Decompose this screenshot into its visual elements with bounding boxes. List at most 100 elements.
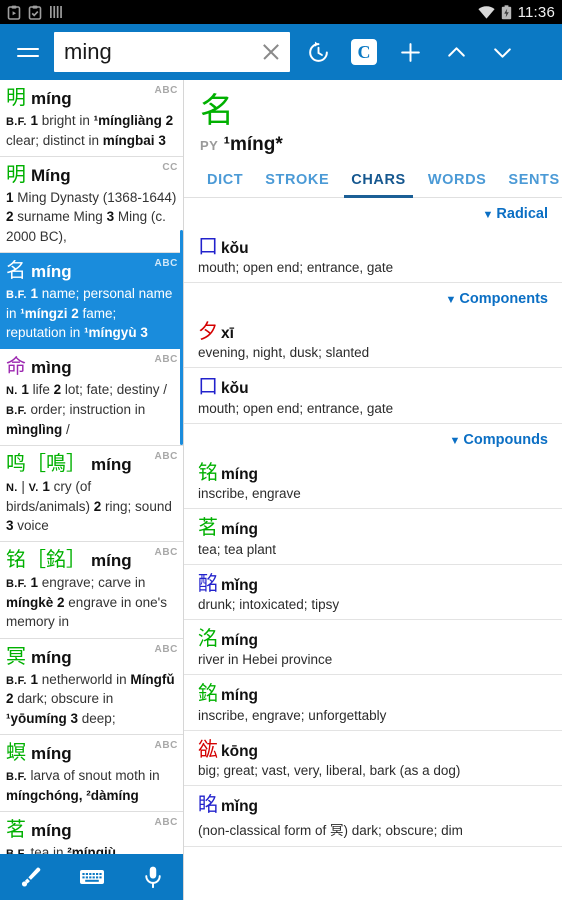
content-split: ABC 明 míng B.F. 1 bright in ¹míngliàng 2 c… — [0, 80, 562, 900]
row-pinyin: míng — [221, 687, 259, 705]
row-headline: 夕 xī — [198, 318, 548, 344]
tab-sents[interactable]: SENTS — [497, 166, 562, 197]
handwriting-brush-icon[interactable] — [9, 857, 53, 897]
entry-definition: N. | V. 1 cry (of birds/animals) 2 ring;… — [6, 478, 172, 533]
section-header-radical[interactable]: ▼ Radical — [184, 198, 562, 228]
row-character: 口 — [198, 374, 218, 399]
entry-headline: 明 míng — [6, 85, 177, 110]
list-scrollbar[interactable] — [180, 230, 183, 445]
row-pinyin: xī — [221, 325, 234, 343]
section-title: Components — [459, 291, 548, 308]
app-root: 11:36 C — [0, 0, 562, 900]
list-item[interactable]: ABC 螟 míng B.F. larva of snout moth in mín… — [0, 734, 183, 812]
chevron-down-icon: ▼ — [445, 294, 457, 307]
row-pinyin: mǐng — [221, 798, 259, 816]
tab-chars[interactable]: CHARS — [340, 166, 417, 198]
entry-headline: 明 Míng — [6, 162, 177, 187]
chinese-mode-badge[interactable]: C — [342, 28, 386, 76]
search-field-container[interactable] — [54, 32, 290, 72]
clipboard-check-icon — [28, 5, 42, 20]
list-item[interactable]: ABC 明 míng B.F. 1 bright in ¹míngliàng 2 c… — [0, 80, 183, 158]
section-header-compounds[interactable]: ▼ Compounds — [184, 424, 562, 454]
entry-character: 螟 — [6, 739, 26, 764]
list-item[interactable]: ABC 铭［銘］ míng B.F. 1 engrave; carve in mín… — [0, 542, 183, 639]
list-item[interactable]: ABC 冥 míng B.F. 1 netherworld in Míngfǔ 2 … — [0, 638, 183, 735]
row-character: 谹 — [198, 736, 218, 761]
entry-pinyin: míng — [31, 89, 72, 108]
row-pinyin: mǐng — [221, 576, 259, 594]
chinese-mode-label: C — [351, 39, 377, 65]
detail-pinyin-line: PY ¹míng* — [200, 134, 546, 156]
entry-character: 明 — [6, 85, 26, 109]
row-character: 铭 — [198, 459, 218, 484]
chevron-up-icon[interactable] — [434, 28, 478, 76]
entry-character: 名 — [6, 257, 26, 282]
row-headline: 茗 míng — [198, 514, 548, 540]
microphone-icon[interactable] — [131, 857, 175, 897]
hamburger-menu-icon[interactable] — [8, 32, 48, 72]
chevron-down-icon[interactable] — [480, 28, 524, 76]
character-row[interactable]: 铭 míng inscribe, engrave — [184, 454, 562, 510]
row-gloss: big; great; vast, very, liberal, bark (a… — [198, 763, 461, 779]
row-character: 銘 — [198, 681, 218, 706]
list-item[interactable]: ABC 命 mìng N. 1 life 2 lot; fate; destiny … — [0, 349, 183, 446]
character-row[interactable]: 谹 kōng big; great; vast, very, liberal, ba… — [184, 731, 562, 787]
row-character: 茗 — [198, 515, 218, 540]
entry-definition: B.F. 1 bright in ¹míngliàng 2 clear; dis… — [6, 113, 174, 148]
row-character: 酩 — [198, 570, 218, 595]
row-gloss: river in Hebei province — [198, 652, 333, 668]
tab-words[interactable]: WORDS — [417, 166, 498, 197]
history-icon[interactable] — [296, 28, 340, 76]
character-row[interactable]: 酩 mǐng drunk; intoxicated; tipsy — [184, 565, 562, 621]
detail-tabs: DICT STROKE CHARS WORDS SENTS — [184, 166, 562, 198]
row-gloss: inscribe, engrave; unforgettably — [198, 707, 387, 723]
entry-definition: 1 Ming Dynasty (1368-1644) 2 surname Min… — [6, 190, 177, 244]
bars-icon — [49, 5, 63, 19]
row-pinyin: míng — [221, 465, 259, 483]
entry-headline: 鸣［鳴］ míng — [6, 451, 177, 476]
detail-header: 名 PY ¹míng* — [184, 80, 562, 156]
row-character: 口 — [198, 233, 218, 258]
row-gloss: mouth; open end; entrance, gate — [198, 260, 394, 276]
entry-definition: B.F. 1 name; personal name in ¹míngzi 2 … — [6, 285, 173, 340]
chevron-down-icon: ▼ — [482, 208, 494, 221]
section-header-components[interactable]: ▼ Components — [184, 283, 562, 313]
search-results-list[interactable]: ABC 明 míng B.F. 1 bright in ¹míngliàng 2 c… — [0, 80, 184, 900]
list-item[interactable]: ABC 鸣［鳴］ míng N. | V. 1 cry (of birds/anim… — [0, 445, 183, 543]
character-row[interactable]: 茗 míng tea; tea plant — [184, 509, 562, 565]
row-character: 夕 — [198, 319, 218, 344]
entry-headline: 铭［銘］ míng — [6, 547, 177, 572]
search-input[interactable] — [64, 39, 258, 65]
character-row[interactable]: 眳 mǐng (non-classical form of 冥) dark; obs… — [184, 786, 562, 847]
list-item[interactable]: CC 明 Míng 1 Ming Dynasty (1368-1644) 2 sur… — [0, 157, 183, 253]
character-row[interactable]: 洺 míng river in Hebei province — [184, 620, 562, 676]
row-character: 洺 — [198, 626, 218, 651]
keyboard-icon[interactable] — [70, 857, 114, 897]
character-row[interactable]: 口 kǒu mouth; open end; entrance, gate — [184, 228, 562, 284]
entry-pinyin: mìng — [31, 358, 72, 378]
clear-x-icon[interactable] — [258, 39, 284, 65]
source-tag: ABC — [154, 257, 178, 269]
character-row[interactable]: 銘 míng inscribe, engrave; unforgettably — [184, 675, 562, 731]
character-row[interactable]: 夕 xī evening, night, dusk; slanted — [184, 313, 562, 369]
entry-pinyin: míng — [31, 743, 72, 763]
list-item[interactable]: ABC 名 míng B.F. 1 name; personal name in ¹… — [0, 252, 183, 350]
entry-character: 明 — [6, 162, 26, 187]
row-gloss: (non-classical form of 冥) dark; obscure;… — [198, 822, 463, 838]
entry-headline: 茗 míng — [6, 817, 177, 842]
row-headline: 洺 míng — [198, 625, 548, 651]
row-gloss: mouth; open end; entrance, gate — [198, 400, 394, 416]
character-row[interactable]: 口 kǒu mouth; open end; entrance, gate — [184, 368, 562, 424]
row-pinyin: míng — [221, 632, 259, 650]
entry-definition: B.F. 1 engrave; carve in míngkè 2 engrav… — [6, 575, 167, 630]
plus-icon[interactable] — [388, 28, 432, 76]
tab-stroke[interactable]: STROKE — [254, 166, 340, 197]
entry-character: 冥 — [6, 643, 26, 668]
entry-definition: B.F. larva of snout moth in míngchóng, ²… — [6, 767, 160, 803]
entry-pinyin: míng — [31, 261, 72, 281]
section-title: Compounds — [463, 431, 548, 448]
source-tag: ABC — [154, 739, 178, 751]
tab-dict[interactable]: DICT — [196, 166, 254, 197]
wifi-icon — [477, 5, 495, 19]
row-pinyin: kǒu — [221, 239, 249, 257]
